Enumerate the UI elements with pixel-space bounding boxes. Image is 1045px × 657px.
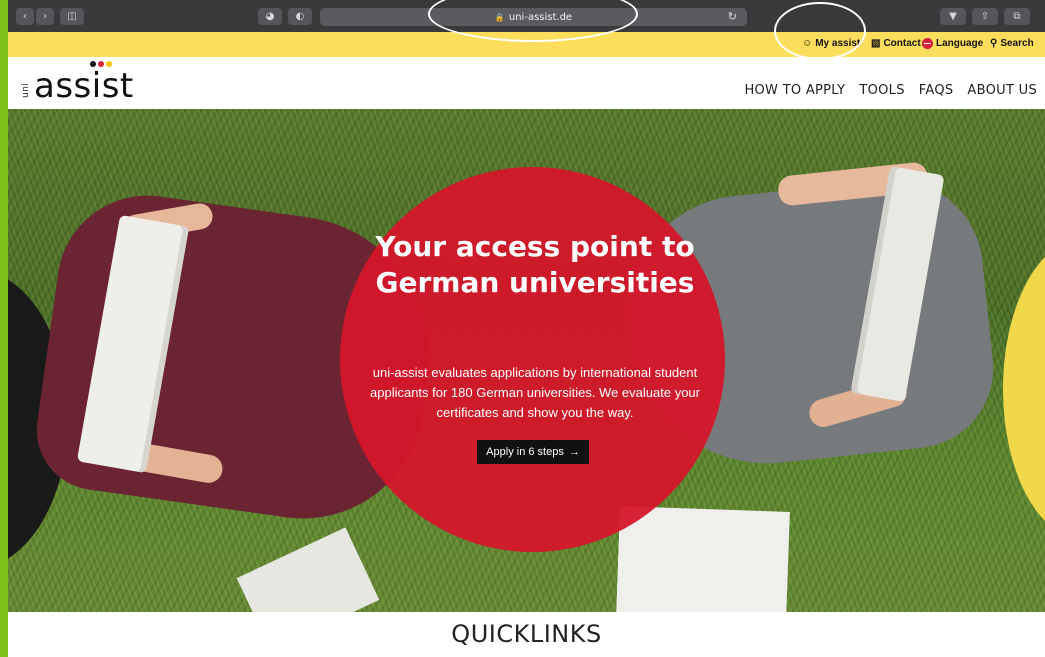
annotation-circle-my-assist [774, 2, 866, 60]
share-button[interactable]: ⇧ [972, 8, 998, 25]
main-nav: HOW TO APPLY TOOLS FAQS ABOUT US [744, 83, 1037, 98]
privacy-report-button[interactable]: ◕ [258, 8, 282, 25]
search-link[interactable]: ⚲ Search [990, 38, 1034, 49]
logo-small-text: uni [21, 82, 31, 98]
apply-button-label: Apply in 6 steps [486, 446, 564, 458]
contact-label: Contact [883, 38, 921, 49]
hero-photo-paper [616, 506, 790, 612]
language-label: Language [936, 38, 984, 49]
shield-icon[interactable]: ◐ [288, 8, 312, 25]
site-header: uni assist HOW TO APPLY TOOLS FAQS ABOUT… [8, 57, 1045, 109]
contact-icon: ▧ [871, 38, 881, 49]
hero-title: Your access point to German universities [375, 230, 695, 299]
quicklinks-heading: QUICKLINKS [451, 620, 602, 648]
logo-wordmark: assist [34, 66, 134, 106]
logo-dots [90, 61, 112, 67]
contact-link[interactable]: ▧ Contact [871, 38, 921, 49]
forward-button[interactable]: › [36, 8, 54, 25]
nav-tools[interactable]: TOOLS [859, 83, 904, 98]
globe-icon [922, 38, 933, 49]
search-icon: ⚲ [990, 38, 998, 49]
nav-how-to-apply[interactable]: HOW TO APPLY [744, 83, 845, 98]
arrow-right-icon: → [568, 446, 580, 458]
logo-dot-red [98, 61, 104, 67]
logo-dot-black [90, 61, 96, 67]
hero-red-circle [340, 167, 725, 552]
language-link[interactable]: Language [922, 38, 983, 49]
uni-assist-logo[interactable]: uni assist [20, 65, 134, 103]
nav-faqs[interactable]: FAQS [919, 83, 954, 98]
download-button[interactable]: ▼ [940, 8, 966, 25]
logo-dot-yellow [106, 61, 112, 67]
tabs-button[interactable]: ⧉ [1004, 8, 1030, 25]
hero-banner: Your access point to German universities… [8, 109, 1045, 612]
search-label: Search [1000, 38, 1034, 49]
back-button[interactable]: ‹ [16, 8, 34, 25]
apply-in-6-steps-button[interactable]: Apply in 6 steps → [477, 440, 589, 464]
nav-about-us[interactable]: ABOUT US [967, 83, 1037, 98]
green-frame-left [0, 0, 8, 657]
hero-description: uni-assist evaluates applications by int… [370, 365, 700, 420]
reload-icon[interactable]: ↻ [728, 10, 737, 23]
sidebar-toggle-button[interactable]: ◫ [60, 8, 84, 25]
